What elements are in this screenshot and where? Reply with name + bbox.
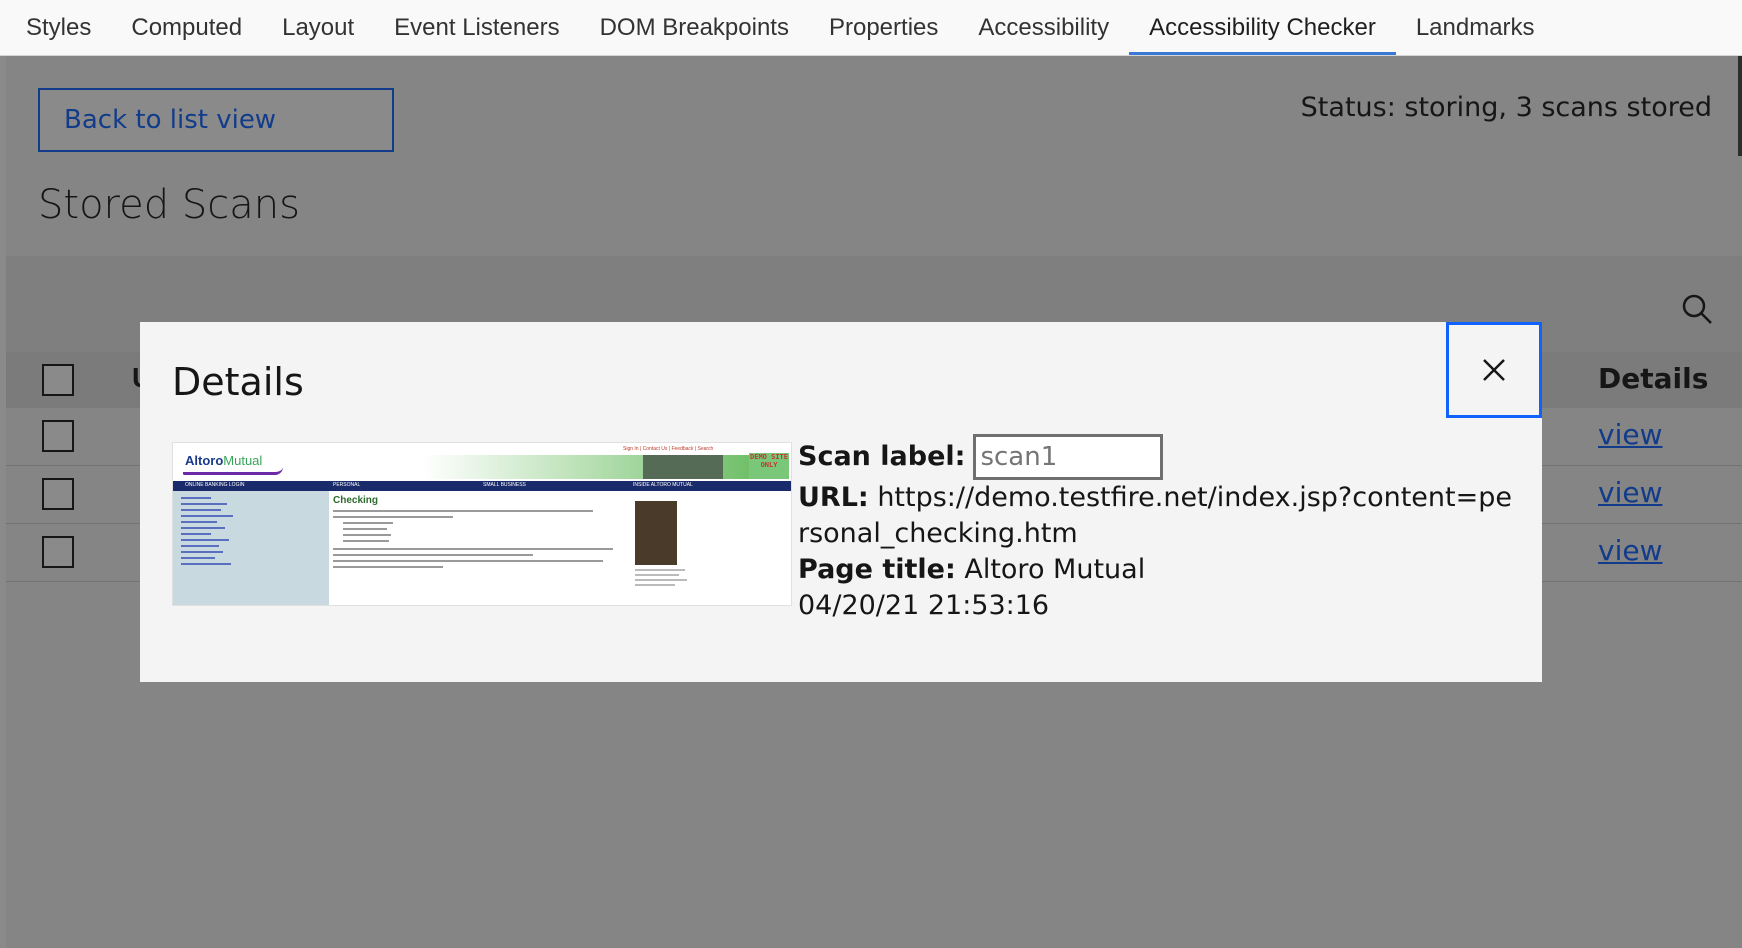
thumbnail-nav-bar: ONLINE BANKING LOGIN PERSONAL SMALL BUSI… — [173, 481, 791, 491]
page-title-value: Altoro Mutual — [964, 554, 1146, 585]
thumbnail-nav-item: INSIDE ALTORO MUTUAL — [633, 482, 693, 488]
thumbnail-content: Checking — [333, 495, 633, 572]
thumbnail-demo-badge: DEMO SITE ONLY — [749, 453, 789, 479]
url-label: URL: — [798, 482, 869, 513]
tab-dom-breakpoints[interactable]: DOM Breakpoints — [580, 0, 809, 55]
page-title-label: Page title: — [798, 554, 956, 585]
scan-label-input[interactable] — [973, 434, 1164, 480]
url-value: https://demo.testfire.net/index.jsp?cont… — [798, 482, 1512, 549]
thumbnail-photo — [635, 501, 677, 565]
page-title-line: Page title: Altoro Mutual — [798, 552, 1518, 588]
thumbnail-nav-item: ONLINE BANKING LOGIN — [185, 482, 245, 488]
devtools-tab-bar: Styles Computed Layout Event Listeners D… — [0, 0, 1742, 56]
thumbnail-photo-strip — [643, 455, 723, 479]
thumbnail-nav-item: PERSONAL — [333, 482, 361, 488]
scan-screenshot-thumbnail: DEMO SITE ONLY Sign In | Contact Us | Fe… — [172, 442, 792, 606]
tab-computed[interactable]: Computed — [111, 0, 262, 55]
close-icon — [1483, 359, 1505, 381]
tab-styles[interactable]: Styles — [6, 0, 111, 55]
close-button[interactable] — [1446, 322, 1542, 418]
thumbnail-logo-swoosh — [183, 467, 283, 475]
thumbnail-logo-light: Mutual — [223, 453, 263, 468]
thumbnail-top-links: Sign In | Contact Us | Feedback | Search — [623, 446, 714, 452]
tab-event-listeners[interactable]: Event Listeners — [374, 0, 579, 55]
tab-accessibility[interactable]: Accessibility — [958, 0, 1129, 55]
url-line: URL: https://demo.testfire.net/index.jsp… — [798, 480, 1518, 552]
thumbnail-logo: AltoroMutual — [185, 453, 262, 468]
scan-details-info: Scan label: URL: https://demo.testfire.n… — [798, 434, 1518, 624]
details-modal: Details DEMO SITE ONLY Sign In | Contact… — [140, 322, 1542, 682]
thumbnail-logo-bold: Altoro — [185, 453, 224, 468]
modal-title: Details — [172, 360, 304, 404]
tab-properties[interactable]: Properties — [809, 0, 958, 55]
scan-timestamp: 04/20/21 21:53:16 — [798, 590, 1050, 621]
thumbnail-heading: Checking — [333, 495, 379, 506]
thumbnail-nav-item: SMALL BUSINESS — [483, 482, 526, 488]
tab-landmarks[interactable]: Landmarks — [1396, 0, 1555, 55]
thumbnail-sidebar — [173, 491, 329, 605]
tab-accessibility-checker[interactable]: Accessibility Checker — [1129, 0, 1396, 55]
tab-layout[interactable]: Layout — [262, 0, 374, 55]
scan-label-label: Scan label: — [798, 441, 966, 472]
